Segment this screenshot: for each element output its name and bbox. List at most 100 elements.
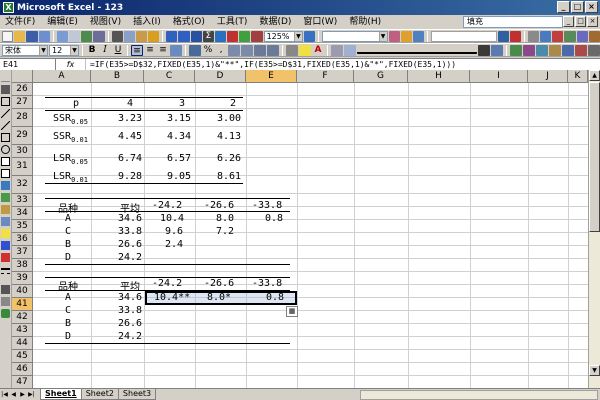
cell-d28[interactable]: 3.00 [217,113,241,124]
draw-icon[interactable] [497,30,509,42]
row-header-36[interactable]: 36 [12,233,33,246]
row-header-37[interactable]: 37 [12,246,33,259]
review-icon[interactable] [388,30,400,42]
cell-d27[interactable]: 2 [230,98,236,109]
tool-icon[interactable] [588,30,600,42]
research-icon[interactable] [93,30,105,42]
tool-icon[interactable] [576,30,588,42]
currency-icon[interactable] [189,44,201,56]
menu-insert[interactable]: 插入(I) [127,15,167,29]
row-header-26[interactable]: 26 [12,83,33,96]
comment-icon[interactable] [412,30,425,42]
save-icon[interactable] [26,30,38,42]
row-header-44[interactable]: 44 [12,337,33,350]
merge-icon[interactable] [540,30,552,42]
column-header-c[interactable]: C [144,70,195,83]
cell-a31[interactable]: LSR0.05 [53,153,88,166]
merge-center-icon[interactable] [170,44,182,56]
row-header-45[interactable]: 45 [12,350,33,363]
scroll-thumb[interactable] [589,82,600,232]
cell-b44[interactable]: 24.2 [118,331,142,342]
cell-b43[interactable]: 26.6 [118,318,142,329]
dash-style-icon[interactable] [1,273,10,282]
cell-a42[interactable]: C [65,305,71,316]
diagram-icon[interactable] [1,193,10,202]
menu-tools[interactable]: 工具(T) [211,15,254,29]
cell-e35[interactable]: 0.8 [265,213,283,224]
cell-d34[interactable]: -26.6 [204,200,234,211]
cell-e40[interactable]: -33.8 [252,278,282,289]
font-color-icon[interactable]: A [312,45,324,56]
bold-button[interactable]: B [86,45,98,56]
vertical-textbox-icon[interactable] [1,169,10,178]
copy-icon[interactable] [123,30,135,42]
menu-help[interactable]: 帮助(H) [343,15,387,29]
toolbar-grip[interactable] [1,73,10,82]
last-sheet-icon[interactable]: ▶| [27,390,36,400]
sort-ascending-icon[interactable] [214,30,227,42]
cell-b37[interactable]: 26.6 [118,239,142,250]
row-header-43[interactable]: 43 [12,324,33,337]
cell-a41[interactable]: A [65,292,71,303]
row-header-28[interactable]: 28 [12,109,33,127]
column-header-f[interactable]: F [297,70,354,83]
arrow-icon[interactable] [1,121,10,130]
menu-data[interactable]: 数据(D) [253,15,297,29]
row-header-46[interactable]: 46 [12,363,33,376]
italic-button[interactable]: I [99,45,111,56]
shadow-icon[interactable] [1,297,10,306]
cell-a43[interactable]: B [65,318,71,329]
vertical-scrollbar[interactable]: ▲ ▼ [588,70,600,388]
new-icon[interactable] [2,30,14,42]
fx-label[interactable]: fx [56,59,86,70]
column-header-h[interactable]: H [408,70,470,83]
font-size-select[interactable]: 12 ▼ [49,44,79,56]
cell-b35[interactable]: 34.6 [118,213,142,224]
border-icon[interactable] [527,30,540,42]
cell-c32[interactable]: 9.05 [167,171,191,182]
paste-icon[interactable] [135,30,148,42]
cell-b29[interactable]: 4.45 [118,131,142,142]
tool-icon[interactable] [562,44,574,56]
hyperlink-icon[interactable] [190,30,202,42]
cell-a28[interactable]: SSR0.05 [53,113,88,126]
menu-file[interactable]: 文件(F) [3,15,41,29]
column-header-b[interactable]: B [91,70,144,83]
tool-icon[interactable] [588,44,600,56]
cell-c34[interactable]: -24.2 [152,200,182,211]
column-header-k[interactable]: K [568,70,588,83]
cell-b27[interactable]: 4 [127,98,133,109]
cell-d36[interactable]: 7.2 [216,226,234,237]
prev-sheet-icon[interactable]: ◀ [9,390,18,400]
cell-b38[interactable]: 24.2 [118,252,142,263]
next-sheet-icon[interactable]: ▶ [18,390,27,400]
eraser-icon[interactable] [509,30,521,42]
arrow-style-icon[interactable] [1,285,10,294]
cell-b31[interactable]: 6.74 [118,153,142,164]
cell-e41[interactable]: 0.8 [266,292,284,303]
row-header-31[interactable]: 31 [12,158,33,176]
cell-a35[interactable]: A [65,213,71,224]
row-header-30[interactable]: 30 [12,145,33,158]
doc-minimize-button[interactable]: _ [563,16,574,27]
column-header-g[interactable]: G [354,70,408,83]
cell-a36[interactable]: C [65,226,71,237]
align-center-icon[interactable]: ≡ [144,45,156,56]
tool-icon[interactable] [552,30,564,42]
style-select[interactable]: ▼ [322,30,388,42]
cell-a44[interactable]: D [65,331,71,342]
row-header-42[interactable]: 42 [12,311,33,324]
cell-c40[interactable]: -24.2 [152,278,182,289]
open-icon[interactable] [14,30,26,42]
cell-c37[interactable]: 2.4 [165,239,183,250]
row-header-27[interactable]: 27 [12,96,33,109]
fill-color-icon[interactable] [1,229,10,238]
cell-a27[interactable]: p [73,98,79,109]
scroll-up-icon[interactable]: ▲ [589,70,600,81]
tool-icon[interactable] [510,44,522,56]
column-header-j[interactable]: J [528,70,568,83]
tool-icon[interactable] [564,30,576,42]
picture-icon[interactable] [1,217,10,226]
align-left-icon[interactable]: ≡ [131,44,143,56]
minimize-button[interactable]: _ [557,1,570,13]
